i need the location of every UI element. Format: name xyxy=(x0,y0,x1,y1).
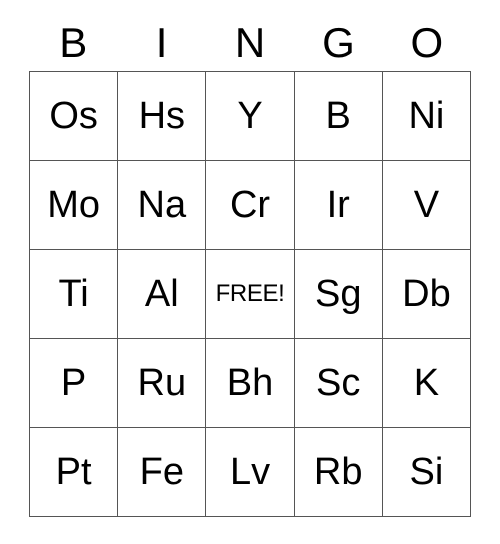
bingo-row: Ti Al FREE! Sg Db xyxy=(30,250,472,339)
bingo-cell-label: Cr xyxy=(229,184,271,226)
bingo-header-row: B I N G O xyxy=(29,0,471,71)
bingo-cell[interactable]: Ti xyxy=(30,250,119,339)
bingo-cell[interactable]: Mo xyxy=(30,161,119,250)
bingo-cell[interactable]: Hs xyxy=(118,72,207,161)
bingo-cell-label: Al xyxy=(144,273,179,315)
bingo-header-letter-b: B xyxy=(59,19,88,66)
bingo-cell-label: Si xyxy=(409,451,444,493)
bingo-cell[interactable]: Os xyxy=(30,72,119,161)
bingo-cell-label: Rb xyxy=(313,451,363,493)
bingo-cell-free-space[interactable]: FREE! xyxy=(206,250,295,339)
bingo-cell-label: Pt xyxy=(55,451,92,493)
bingo-cell-label: Ni xyxy=(408,95,445,137)
bingo-row: Mo Na Cr Ir V xyxy=(30,161,472,250)
bingo-header-letter-o: O xyxy=(410,19,444,66)
bingo-cell-label: Ti xyxy=(58,273,89,315)
bingo-cell[interactable]: Si xyxy=(382,428,472,517)
bingo-cell-label: P xyxy=(60,362,87,404)
bingo-cell[interactable]: K xyxy=(382,339,472,428)
bingo-cell[interactable]: V xyxy=(382,161,472,250)
bingo-cell-label: Hs xyxy=(138,95,186,137)
bingo-cell[interactable]: Lv xyxy=(206,428,295,517)
bingo-card: B I N G O Os Hs Y B Ni Mo Na Cr Ir V Ti … xyxy=(29,0,472,517)
bingo-cell[interactable]: Bh xyxy=(206,339,295,428)
bingo-header-letter-n: N xyxy=(234,19,266,66)
bingo-cell[interactable]: Fe xyxy=(118,428,207,517)
bingo-cell-label: Sg xyxy=(314,273,362,315)
bingo-cell[interactable]: Sg xyxy=(294,250,383,339)
bingo-cell-label: Os xyxy=(49,95,98,137)
bingo-cell-label: Lv xyxy=(229,451,271,493)
bingo-cell-label: Ru xyxy=(137,362,187,404)
bingo-cell-label: Y xyxy=(237,95,263,137)
bingo-cell[interactable]: Cr xyxy=(206,161,295,250)
bingo-header-letter-i: I xyxy=(155,19,168,66)
bingo-grid: Os Hs Y B Ni Mo Na Cr Ir V Ti Al FREE! S… xyxy=(29,71,472,517)
bingo-cell-label: Db xyxy=(402,273,451,315)
bingo-cell-label: Na xyxy=(137,184,187,226)
bingo-row: Os Hs Y B Ni xyxy=(30,72,472,161)
bingo-row: P Ru Bh Sc K xyxy=(30,339,472,428)
bingo-cell-label: Bh xyxy=(226,362,274,404)
bingo-cell[interactable]: Rb xyxy=(294,428,383,517)
bingo-cell[interactable]: Al xyxy=(118,250,207,339)
bingo-cell-label: Fe xyxy=(139,451,184,493)
bingo-cell[interactable]: Sc xyxy=(294,339,383,428)
bingo-cell[interactable]: P xyxy=(30,339,119,428)
bingo-row: Pt Fe Lv Rb Si xyxy=(30,428,472,517)
bingo-cell[interactable]: Y xyxy=(206,72,295,161)
bingo-cell[interactable]: Na xyxy=(118,161,207,250)
bingo-cell-label: Ir xyxy=(326,184,350,226)
bingo-free-space-label: FREE! xyxy=(215,280,285,307)
bingo-cell[interactable]: Pt xyxy=(30,428,119,517)
bingo-cell[interactable]: Ni xyxy=(382,72,472,161)
bingo-cell-label: V xyxy=(413,184,440,226)
bingo-cell-label: K xyxy=(413,362,440,404)
bingo-cell[interactable]: Ru xyxy=(118,339,207,428)
bingo-cell[interactable]: Ir xyxy=(294,161,383,250)
bingo-cell[interactable]: B xyxy=(294,72,383,161)
bingo-cell[interactable]: Db xyxy=(382,250,472,339)
bingo-cell-label: B xyxy=(325,95,351,137)
bingo-cell-label: Sc xyxy=(316,362,361,404)
bingo-header-letter-g: G xyxy=(322,19,355,66)
bingo-cell-label: Mo xyxy=(47,184,100,226)
